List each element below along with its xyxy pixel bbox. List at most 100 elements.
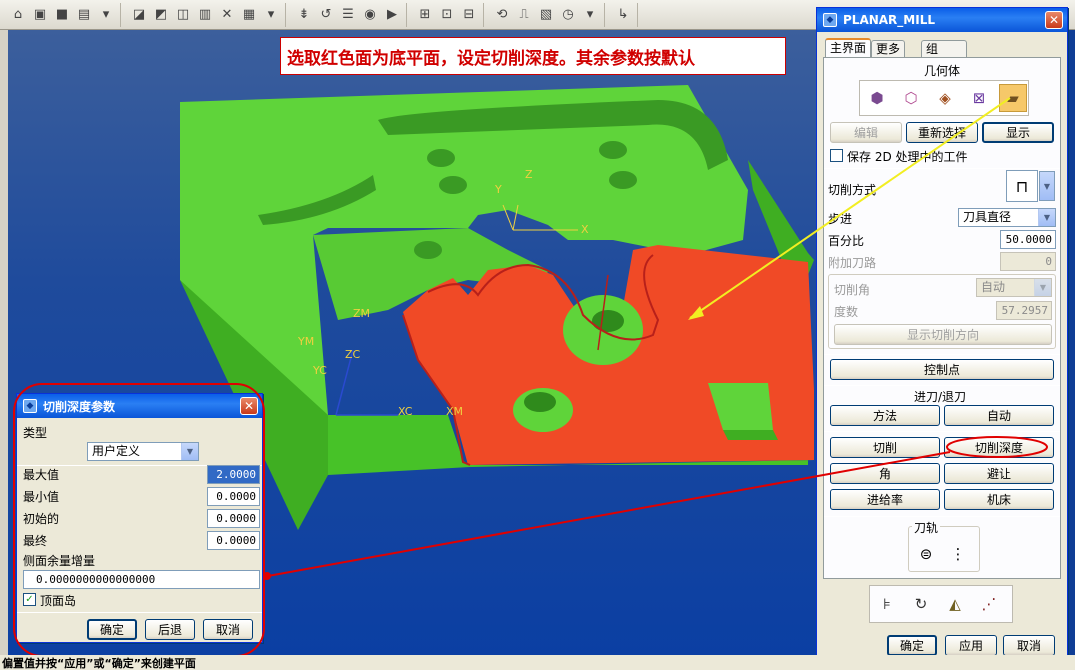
replay-icon[interactable]: ↻: [907, 590, 935, 618]
planar-mill-title: PLANAR_MILL: [843, 13, 935, 27]
cut-method-dropdown-icon[interactable]: ▼: [1039, 171, 1055, 201]
hole-4: [609, 171, 637, 189]
cut-depth-button[interactable]: 切削深度: [944, 437, 1054, 458]
close-icon[interactable]: ✕: [240, 397, 258, 415]
factory-tool-icon[interactable]: ▤: [74, 5, 94, 25]
output-cls-icon[interactable]: ⊡: [437, 5, 457, 25]
percent-field[interactable]: 50.0000: [1000, 230, 1056, 249]
list-icon[interactable]: ⋰: [975, 590, 1003, 618]
generate-toolpath-icon[interactable]: ⊜: [912, 540, 940, 568]
operation-dropdown-icon[interactable]: ▾: [261, 5, 281, 25]
cut-depth-titlebar[interactable]: ◆ 切削深度参数 ✕: [17, 394, 262, 418]
display-button[interactable]: 显示: [982, 122, 1054, 143]
toolbar-group-2: ◪ ◩ ◫ ▥ ✕ ▦ ▾: [125, 2, 286, 27]
tab-main[interactable]: 主界面: [825, 38, 872, 58]
auto-button[interactable]: 自动: [944, 405, 1054, 426]
create-geometry-icon[interactable]: ◫: [173, 5, 193, 25]
sketch-tool-icon[interactable]: ⌂: [8, 5, 28, 25]
divider: [824, 168, 1060, 169]
back-button[interactable]: 后退: [145, 619, 195, 640]
create-method-icon[interactable]: ▥: [195, 5, 215, 25]
tab-group[interactable]: 组: [921, 40, 967, 58]
cutting-button[interactable]: 切削: [830, 437, 940, 458]
show-cut-direction-button[interactable]: 显示切削方向: [834, 324, 1052, 345]
stepover-select-value: 刀具直径: [963, 210, 1012, 224]
verify-toolpath-icon[interactable]: ◉: [360, 5, 380, 25]
cut-pattern-follow-icon[interactable]: ⊓: [1006, 170, 1038, 202]
axis-label-x: X: [581, 223, 589, 236]
feedrate-button[interactable]: 进给率: [830, 489, 940, 510]
method-button[interactable]: 方法: [830, 405, 940, 426]
instruction-banner: 选取红色面为底平面，设定切削深度。其余参数按默认: [280, 37, 786, 75]
tab-more[interactable]: 更多: [871, 40, 906, 58]
part-geometry-icon[interactable]: ⬢: [863, 84, 891, 112]
machine-button[interactable]: 机床: [944, 489, 1054, 510]
axis-label-ym: YM: [298, 335, 315, 348]
toolbar-group-5: ⟲ ⎍ ▧ ◷ ▾: [488, 2, 605, 27]
final-field[interactable]: 0.0000: [207, 531, 260, 550]
create-tool-icon[interactable]: ◩: [151, 5, 171, 25]
check-boundary-icon[interactable]: ◈: [931, 84, 959, 112]
divider: [824, 354, 1060, 355]
degrees-field[interactable]: 57.2957: [996, 301, 1052, 320]
curve-tool-icon[interactable]: ▣: [30, 5, 50, 25]
planar-mill-titlebar[interactable]: ◆ PLANAR_MILL ✕: [817, 8, 1067, 32]
cancel-button[interactable]: 取消: [1003, 635, 1055, 656]
side-stock-field[interactable]: 0.0000000000000000: [23, 570, 260, 589]
cut-angle-label: 切削角: [834, 283, 871, 297]
apply-button[interactable]: 应用: [945, 635, 997, 656]
box-tool-icon[interactable]: ■: [52, 5, 72, 25]
trim-boundary-icon[interactable]: ⊠: [965, 84, 993, 112]
measure-icon[interactable]: ⎍: [514, 5, 534, 25]
max-label: 最大值: [23, 468, 60, 482]
create-program-icon[interactable]: ◪: [129, 5, 149, 25]
tool-icon[interactable]: ⊧: [873, 590, 901, 618]
shop-doc-icon[interactable]: ⊟: [459, 5, 479, 25]
list-toolpath-icon[interactable]: ⋮: [944, 540, 972, 568]
report-icon[interactable]: ▧: [536, 5, 556, 25]
edit-button[interactable]: 编辑: [830, 122, 902, 143]
transform-icon[interactable]: ⟲: [492, 5, 512, 25]
ok-button[interactable]: 确定: [887, 635, 937, 656]
simulate-icon[interactable]: ▶: [382, 5, 402, 25]
initial-field[interactable]: 0.0000: [207, 509, 260, 528]
axis-label-zc: ZC: [345, 348, 361, 361]
close-icon[interactable]: ✕: [1045, 11, 1063, 29]
chevron-down-icon: ▼: [1038, 209, 1055, 226]
cut-depth-dialog: ◆ 切削深度参数 ✕ 类型 用户定义 ▼ 最大值 2.0000 最小值 0.00…: [16, 393, 263, 643]
floor-plane-icon[interactable]: ▰: [999, 84, 1027, 112]
generate-toolpath-icon[interactable]: ⇟: [294, 5, 314, 25]
replay-toolpath-icon[interactable]: ↺: [316, 5, 336, 25]
avoidance-button[interactable]: 避让: [944, 463, 1054, 484]
toolbar-group-1: ⌂ ▣ ■ ▤ ▾: [4, 2, 121, 27]
delete-operation-icon[interactable]: ✕: [217, 5, 237, 25]
max-field[interactable]: 2.0000: [207, 465, 260, 484]
type-select[interactable]: 用户定义 ▼: [87, 442, 199, 461]
more-dropdown-icon[interactable]: ▾: [580, 5, 600, 25]
dialog-app-icon: ◆: [823, 13, 837, 27]
geometry-section-label: 几何体: [924, 64, 961, 78]
cancel-button[interactable]: 取消: [203, 619, 253, 640]
min-field[interactable]: 0.0000: [207, 487, 260, 506]
list-toolpath-icon[interactable]: ☰: [338, 5, 358, 25]
tool-dropdown-icon[interactable]: ▾: [96, 5, 116, 25]
cut-angle-select[interactable]: 自动 ▼: [976, 278, 1052, 297]
engage-retract-label: 进刀/退刀: [914, 390, 967, 404]
save-2d-checkbox[interactable]: [830, 149, 843, 162]
chevron-down-icon: ▼: [181, 443, 198, 460]
ok-button[interactable]: 确定: [87, 619, 137, 640]
postprocess-icon[interactable]: ⊞: [415, 5, 435, 25]
snap-tool-icon[interactable]: ↳: [613, 5, 633, 25]
main-tab-panel: 几何体 ⬢ ⬡ ◈ ⊠ ▰ 编辑 重新选择 显示 保存 2D 处理中的工件 切削…: [823, 57, 1061, 579]
stepover-select[interactable]: 刀具直径 ▼: [958, 208, 1056, 227]
type-label: 类型: [23, 426, 48, 440]
corner-button[interactable]: 角: [830, 463, 940, 484]
additional-passes-field[interactable]: 0: [1000, 252, 1056, 271]
control-points-button[interactable]: 控制点: [830, 359, 1054, 380]
clock-icon[interactable]: ◷: [558, 5, 578, 25]
top-island-checkbox[interactable]: ✓: [23, 593, 36, 606]
verify-icon[interactable]: ◭: [941, 590, 969, 618]
blank-boundary-icon[interactable]: ⬡: [897, 84, 925, 112]
properties-icon[interactable]: ▦: [239, 5, 259, 25]
reselect-button[interactable]: 重新选择: [906, 122, 978, 143]
